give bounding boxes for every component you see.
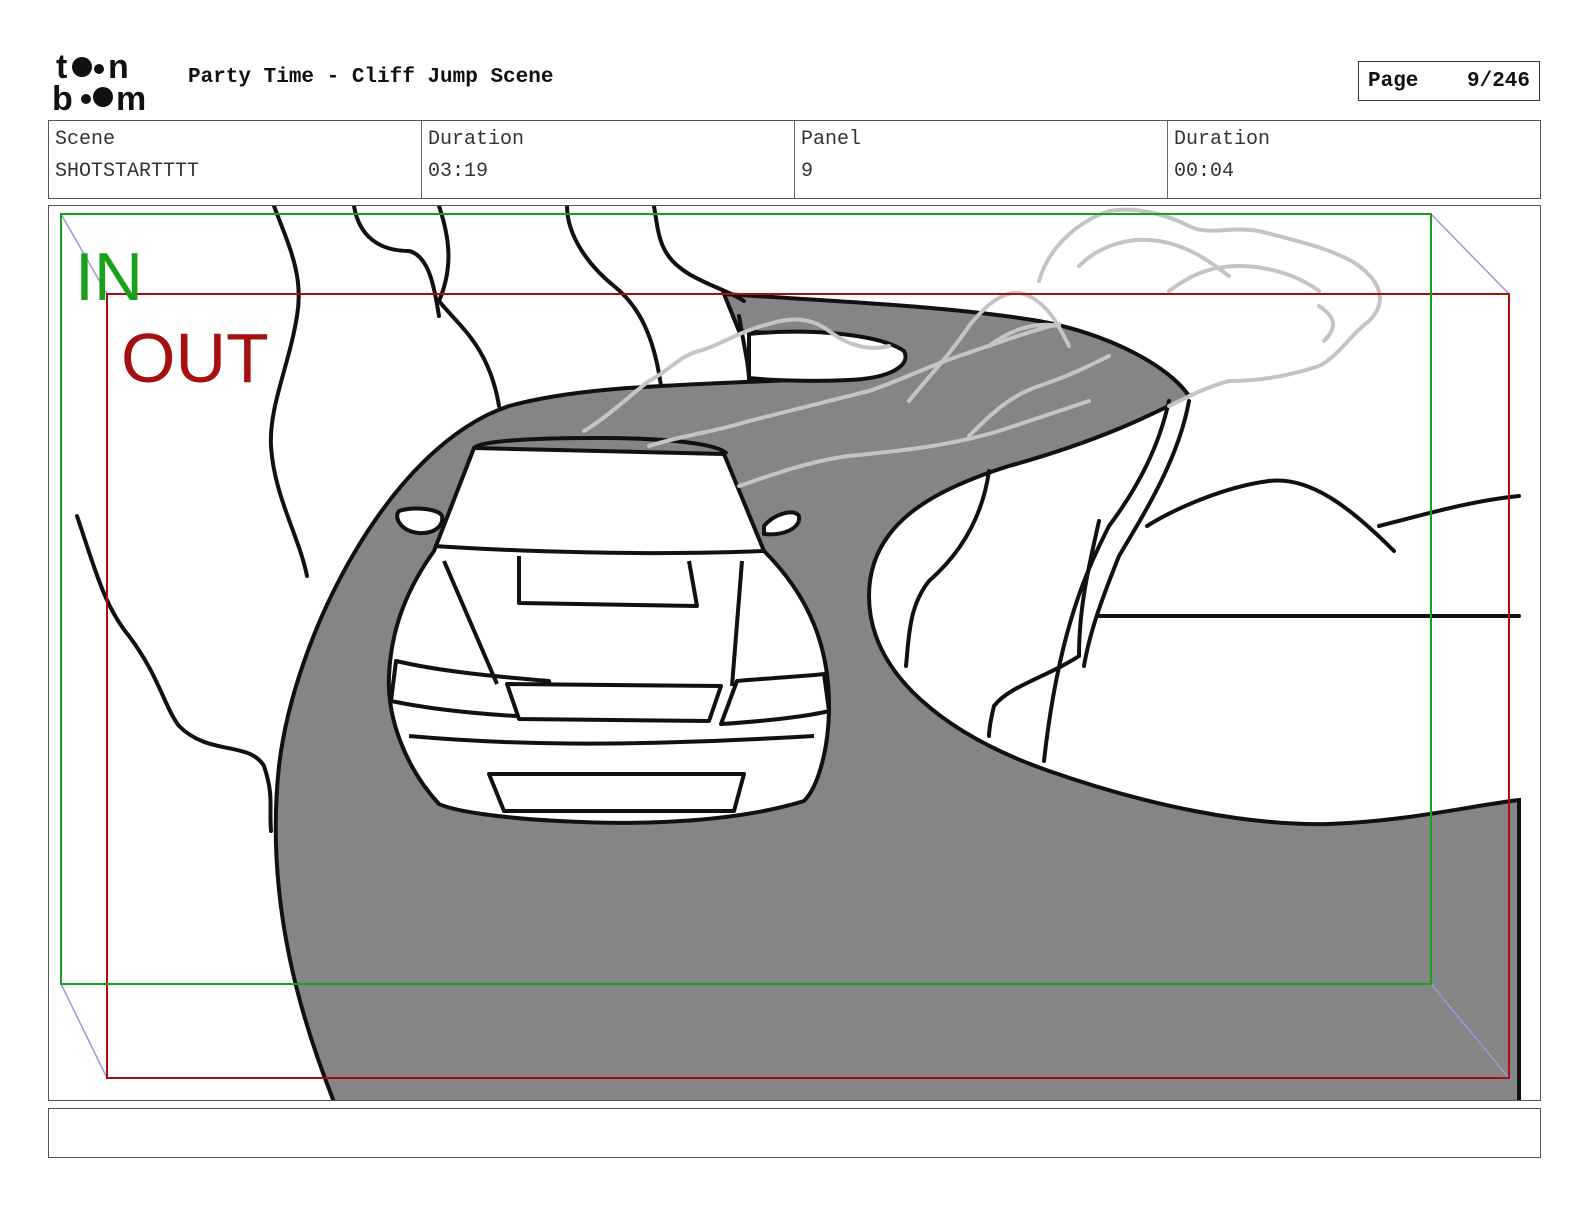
page-indicator: Page 9/246 (1358, 61, 1540, 101)
scene-value: SHOTSTARTTTT (55, 160, 200, 183)
caption-box[interactable] (48, 1108, 1541, 1158)
panel-drawing: IN OUT (60, 206, 1521, 1100)
storyboard-panel: IN OUT (48, 205, 1541, 1101)
panel-value: 9 (801, 160, 814, 183)
svg-text:m: m (116, 80, 146, 114)
scene-duration-cell: Duration 03:19 (422, 121, 795, 198)
svg-text:b: b (52, 80, 73, 114)
panel-duration-value: 00:04 (1174, 160, 1235, 183)
page-number: 9/246 (1466, 69, 1530, 93)
page-label: Page (1368, 69, 1419, 93)
scene-cell: Scene SHOTSTARTTTT (49, 121, 422, 198)
panel-duration-label: Duration (1174, 128, 1271, 151)
toon-boom-logo: t n b m (52, 50, 146, 114)
document-title: Party Time - Cliff Jump Scene (188, 66, 554, 89)
in-label: IN (75, 239, 143, 315)
scene-label: Scene (55, 128, 116, 151)
panel-cell: Panel 9 (795, 121, 1168, 198)
scene-info-table: Scene SHOTSTARTTTT Duration 03:19 Panel … (48, 120, 1541, 199)
panel-duration-cell: Duration 00:04 (1168, 121, 1540, 198)
scene-duration-label: Duration (428, 128, 525, 151)
panel-label: Panel (801, 128, 862, 151)
scene-duration-value: 03:19 (428, 160, 489, 183)
out-label: OUT (121, 319, 269, 397)
